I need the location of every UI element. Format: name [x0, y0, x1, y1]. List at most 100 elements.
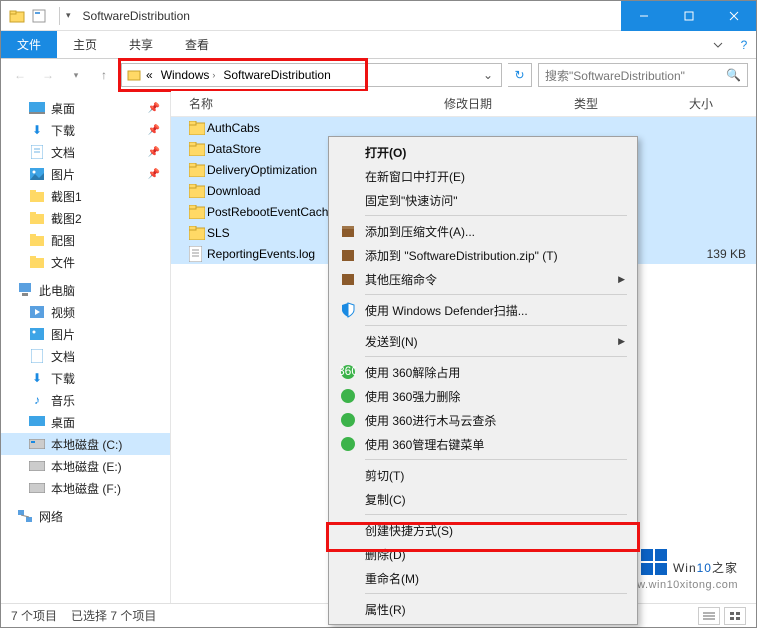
search-placeholder: 搜索"SoftwareDistribution"	[545, 67, 726, 84]
ctx-360-unlock[interactable]: 360使用 360解除占用	[331, 360, 635, 384]
ctx-cut[interactable]: 剪切(T)	[331, 463, 635, 487]
ctx-properties[interactable]: 属性(R)	[331, 597, 635, 621]
desktop-icon	[29, 414, 45, 430]
download-icon: ⬇	[29, 122, 45, 138]
360-icon	[339, 435, 357, 453]
ctx-add-archive[interactable]: 添加到压缩文件(A)...	[331, 219, 635, 243]
nav-quick-screenshot2[interactable]: 截图2	[1, 207, 170, 229]
ctx-open-new-window[interactable]: 在新窗口中打开(E)	[331, 164, 635, 188]
folder-icon	[29, 210, 45, 226]
ctx-copy[interactable]: 复制(C)	[331, 487, 635, 511]
pin-icon: 📌	[148, 103, 160, 114]
titlebar: ▾ SoftwareDistribution	[1, 1, 756, 31]
nav-pc-desktop[interactable]: 桌面	[1, 411, 170, 433]
ctx-pin-quick[interactable]: 固定到"快速访问"	[331, 188, 635, 212]
windows-logo-icon	[641, 549, 667, 575]
pin-icon: 📌	[148, 169, 160, 180]
desktop-icon	[29, 100, 45, 116]
qat-dropdown-icon[interactable]: ▾	[66, 10, 71, 21]
refresh-button[interactable]: ↻	[508, 63, 532, 87]
breadcrumb-swdist[interactable]: SoftwareDistribution	[219, 68, 334, 82]
nav-pc-documents[interactable]: 文档	[1, 345, 170, 367]
column-headers: 名称 修改日期 类型 大小	[171, 91, 756, 117]
nav-pc-downloads[interactable]: ⬇下载	[1, 367, 170, 389]
folder-icon	[9, 8, 25, 24]
tab-home[interactable]: 主页	[57, 31, 113, 58]
nav-quick-downloads[interactable]: ⬇下载📌	[1, 119, 170, 141]
address-box[interactable]: « Windows› SoftwareDistribution ⌄	[121, 63, 502, 87]
drive-icon	[29, 480, 45, 496]
tab-share[interactable]: 共享	[113, 31, 169, 58]
nav-pc-music[interactable]: ♪音乐	[1, 389, 170, 411]
ctx-360-force-delete[interactable]: 使用 360强力删除	[331, 384, 635, 408]
file-name: AuthCabs	[207, 121, 444, 135]
nav-quick-desktop[interactable]: 桌面📌	[1, 97, 170, 119]
nav-quick-wenjian[interactable]: 文件	[1, 251, 170, 273]
context-menu: 打开(O) 在新窗口中打开(E) 固定到"快速访问" 添加到压缩文件(A)...…	[328, 136, 638, 625]
nav-quick-pictures[interactable]: 图片📌	[1, 163, 170, 185]
col-name[interactable]: 名称	[189, 95, 444, 112]
shield-icon	[339, 301, 357, 319]
nav-pc-videos[interactable]: 视频	[1, 301, 170, 323]
col-size[interactable]: 大小	[689, 95, 756, 112]
nav-pc-drive-e[interactable]: 本地磁盘 (E:)	[1, 455, 170, 477]
nav-thispc[interactable]: 此电脑	[1, 279, 170, 301]
nav-pc-drive-c[interactable]: 本地磁盘 (C:)	[1, 433, 170, 455]
breadcrumb-windows[interactable]: Windows›	[157, 68, 220, 82]
folder-icon	[189, 163, 207, 177]
close-button[interactable]	[711, 1, 756, 31]
drive-icon	[29, 436, 45, 452]
tab-view[interactable]: 查看	[169, 31, 225, 58]
archive-icon	[339, 246, 357, 264]
ctx-send-to[interactable]: 发送到(N)	[331, 329, 635, 353]
folder-icon	[189, 184, 207, 198]
file-row[interactable]: AuthCabs	[171, 117, 756, 138]
ctx-rename[interactable]: 重命名(M)	[331, 566, 635, 590]
360-icon	[339, 411, 357, 429]
ribbon-tabs: 文件 主页 共享 查看 ?	[1, 31, 756, 59]
document-icon	[29, 348, 45, 364]
ribbon-expand-button[interactable]	[704, 31, 732, 58]
address-dropdown-icon[interactable]: ⌄	[479, 68, 497, 82]
nav-quick-documents[interactable]: 文档📌	[1, 141, 170, 163]
nav-pc-pictures[interactable]: 图片	[1, 323, 170, 345]
archive-icon	[339, 270, 357, 288]
folder-icon	[189, 121, 207, 135]
ctx-other-archive[interactable]: 其他压缩命令	[331, 267, 635, 291]
download-icon: ⬇	[29, 370, 45, 386]
drive-icon	[29, 458, 45, 474]
help-button[interactable]: ?	[732, 31, 756, 58]
folder-icon	[29, 254, 45, 270]
search-box[interactable]: 搜索"SoftwareDistribution" 🔍	[538, 63, 748, 87]
tab-file[interactable]: 文件	[1, 31, 57, 58]
nav-up-button[interactable]: ↑	[93, 64, 115, 86]
nav-network[interactable]: 网络	[1, 505, 170, 527]
maximize-button[interactable]	[666, 1, 711, 31]
folder-icon	[29, 232, 45, 248]
360-icon	[339, 387, 357, 405]
nav-back-button[interactable]: ←	[9, 64, 31, 86]
ctx-defender-scan[interactable]: 使用 Windows Defender扫描...	[331, 298, 635, 322]
nav-quick-peitu[interactable]: 配图	[1, 229, 170, 251]
col-type[interactable]: 类型	[574, 95, 689, 112]
nav-recent-button[interactable]: ▾	[65, 64, 87, 86]
pictures-icon	[29, 166, 45, 182]
ctx-create-shortcut[interactable]: 创建快捷方式(S)	[331, 518, 635, 542]
nav-pc-drive-f[interactable]: 本地磁盘 (F:)	[1, 477, 170, 499]
minimize-button[interactable]	[621, 1, 666, 31]
view-details-button[interactable]	[698, 607, 720, 625]
nav-quick-screenshot1[interactable]: 截图1	[1, 185, 170, 207]
qat-props-icon[interactable]	[31, 8, 47, 24]
col-modified[interactable]: 修改日期	[444, 95, 574, 112]
breadcrumb-root[interactable]: «	[142, 68, 157, 82]
search-icon[interactable]: 🔍	[726, 68, 741, 82]
ctx-open[interactable]: 打开(O)	[331, 140, 635, 164]
ctx-delete[interactable]: 删除(D)	[331, 542, 635, 566]
ctx-360-manage-menu[interactable]: 使用 360管理右键菜单	[331, 432, 635, 456]
navigation-pane: 桌面📌 ⬇下载📌 文档📌 图片📌 截图1 截图2 配图 文件 此电脑 视频 图片…	[1, 91, 171, 620]
ctx-add-archive-name[interactable]: 添加到 "SoftwareDistribution.zip" (T)	[331, 243, 635, 267]
nav-forward-button[interactable]: →	[37, 64, 59, 86]
ctx-360-scan[interactable]: 使用 360进行木马云查杀	[331, 408, 635, 432]
svg-text:360: 360	[340, 364, 356, 378]
view-thumbnails-button[interactable]	[724, 607, 746, 625]
